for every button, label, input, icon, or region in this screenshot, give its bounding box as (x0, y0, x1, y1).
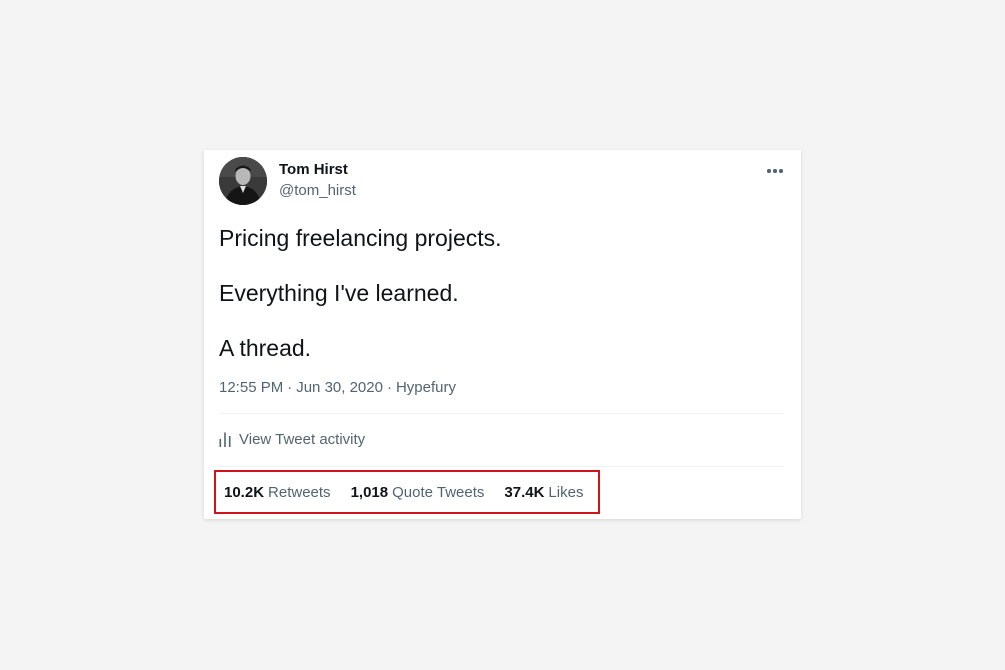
retweets-stat[interactable]: 10.2K Retweets (224, 484, 331, 501)
quote-tweets-count: 1,018 (350, 483, 389, 501)
retweets-count: 10.2K (224, 483, 265, 501)
meta-separator: · (386, 379, 392, 396)
more-horizontal-icon (766, 169, 784, 173)
more-options-button[interactable] (763, 159, 787, 183)
activity-label: View Tweet activity (239, 431, 366, 448)
quote-tweets-stat[interactable]: 1,018 Quote Tweets (351, 484, 485, 501)
likes-stat[interactable]: 37.4K Likes (504, 484, 583, 501)
view-tweet-activity-link[interactable]: View Tweet activity (219, 431, 365, 448)
divider (219, 413, 784, 414)
tweet-meta: 12:55 PM · Jun 30, 2020 · Hypefury (219, 379, 456, 396)
likes-count: 37.4K (504, 483, 545, 501)
author-handle[interactable]: @tom_hirst (279, 182, 356, 199)
author-name[interactable]: Tom Hirst (279, 161, 348, 178)
engagement-stats: 10.2K Retweets 1,018 Quote Tweets 37.4K Lik… (214, 470, 600, 514)
avatar-photo-icon (219, 157, 267, 205)
tweet-line: A thread. (219, 335, 312, 361)
tweet-source[interactable]: Hypefury (396, 379, 456, 396)
divider (219, 466, 784, 467)
meta-separator: · (287, 379, 293, 396)
retweets-label: Retweets (268, 483, 331, 501)
tweet-card: Tom Hirst @tom_hirst Pricing freelancing… (204, 150, 801, 519)
bar-chart-icon (219, 432, 231, 447)
tweet-line: Pricing freelancing projects. (219, 225, 502, 251)
avatar[interactable] (219, 157, 267, 205)
likes-label: Likes (548, 483, 584, 501)
tweet-line: Everything I've learned. (219, 280, 459, 306)
quote-tweets-label: Quote Tweets (392, 483, 485, 501)
tweet-time[interactable]: 12:55 PM (219, 379, 283, 396)
tweet-date[interactable]: Jun 30, 2020 (296, 379, 383, 396)
tweet-text: Pricing freelancing projects. Everything… (219, 224, 779, 389)
